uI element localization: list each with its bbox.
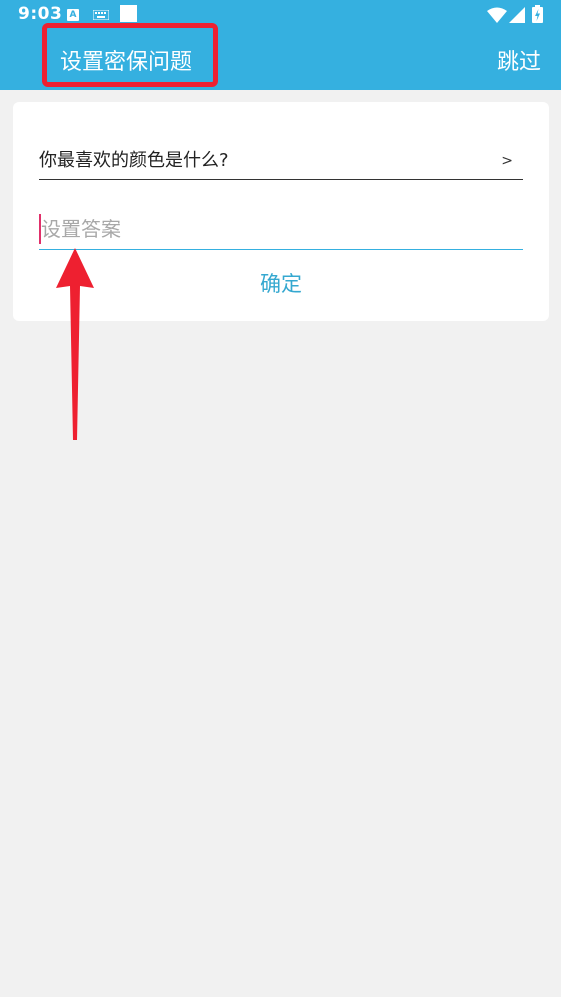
text-input-icon: A — [67, 9, 79, 21]
chevron-right-icon: > — [501, 153, 513, 169]
answer-input[interactable] — [39, 209, 523, 250]
notification-square-icon — [120, 5, 137, 22]
signal-icon — [509, 7, 525, 23]
status-time: 9:03 — [18, 4, 63, 24]
wifi-icon — [487, 7, 507, 23]
question-selector[interactable]: 你最喜欢的颜色是什么? > — [39, 140, 523, 180]
skip-button[interactable]: 跳过 — [497, 44, 541, 76]
question-text: 你最喜欢的颜色是什么? — [39, 150, 229, 171]
screen: 9:03 A 设置密保问题 跳过 你最喜欢的颜色是什么? > 设置答案 确定 — [0, 0, 561, 997]
text-cursor — [39, 214, 41, 244]
battery-charging-icon — [532, 5, 543, 23]
page-title: 设置密保问题 — [60, 50, 193, 75]
keyboard-icon — [93, 10, 109, 20]
app-bar: 9:03 A 设置密保问题 跳过 — [0, 0, 561, 90]
annotation-arrow-icon — [56, 248, 94, 440]
